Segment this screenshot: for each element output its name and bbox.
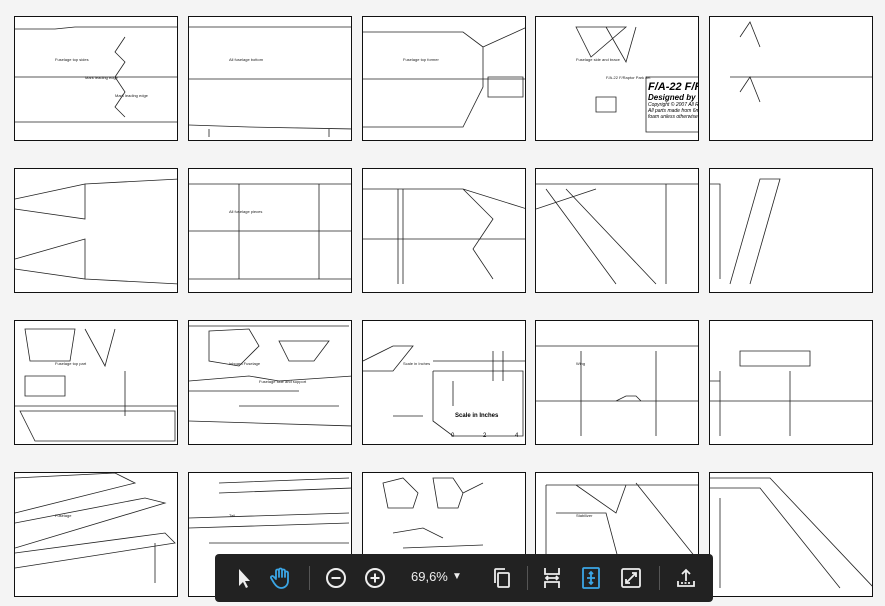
sheet-part-label: All fuselage bottom — [229, 57, 264, 62]
sheet-part-label: Stabilizer — [576, 513, 593, 518]
sheet-part-label: Wing — [576, 361, 586, 366]
minus-circle-icon — [326, 568, 346, 588]
caret-down-icon[interactable]: ▼ — [452, 571, 462, 582]
sheet-part-label: Fuselage top sides — [55, 57, 89, 62]
plan-sheet-page[interactable]: Inboard Fuselage Fuselage side and suppor… — [188, 320, 352, 445]
plan-sheet-page[interactable] — [362, 168, 526, 293]
upload-icon — [677, 568, 695, 587]
designer-text: Designed by Steve Shumate — [648, 93, 698, 102]
sheet-part-label: Inboard Fuselage — [229, 361, 261, 366]
sheet-line-art — [189, 183, 351, 280]
sheet-line-art — [710, 477, 872, 589]
sheet-line-art — [15, 473, 176, 583]
sheet-part-label: Fuselage top former — [403, 57, 439, 62]
plan-sheet-page[interactable]: All fuselage bottom — [188, 16, 352, 141]
plan-title: F/A-22 F/Raptor Park Jet — [648, 81, 698, 93]
sheet-part-label: Fuselage — [55, 513, 72, 518]
fit-page-button[interactable] — [577, 564, 605, 592]
hand-icon — [270, 567, 289, 589]
plan-sheet-page[interactable]: Wing — [535, 320, 699, 445]
sheet-line-art — [730, 21, 872, 103]
sheet-part-label: Scale in Inches — [403, 361, 431, 366]
sheet-line-art — [363, 27, 525, 128]
pages-icon — [494, 568, 510, 588]
sheet-part-label: Mark leading edge — [85, 75, 118, 80]
plan-sheet-page[interactable]: Fuselage — [14, 472, 178, 597]
plan-sheet-page[interactable] — [14, 168, 178, 293]
export-button[interactable] — [672, 564, 700, 592]
scale-tick-label: 2 — [483, 433, 487, 439]
arrow-pointer-icon — [239, 569, 250, 588]
viewer-toolbar: 69,6% ▼ — [215, 554, 713, 602]
sheet-line-art — [15, 178, 177, 285]
expand-icon — [621, 568, 641, 588]
sheet-part-label: Tail — [229, 513, 236, 518]
plan-sheet-page[interactable]: Fuselage top sides Mark leading edge Mark … — [14, 16, 178, 141]
select-tool-button[interactable] — [229, 564, 257, 592]
scale-tick-label: 0 — [451, 433, 455, 439]
plan-sheet-page[interactable]: Fuselage top part — [14, 320, 178, 445]
sheet-line-art — [363, 345, 525, 437]
sheet-part-label: Fuselage top part — [55, 361, 87, 366]
sheet-line-art — [189, 26, 351, 137]
sheet-line-art — [15, 328, 177, 442]
sheet-part-label: F/A-22 F/Raptor Park Jet — [606, 75, 651, 80]
sheet-line-art — [536, 345, 698, 436]
plan-sheet-page[interactable] — [709, 168, 873, 293]
sheet-part-label: All fuselage pieces — [229, 209, 263, 214]
zoom-level-value[interactable]: 69,6% — [411, 569, 448, 584]
page-mode-button[interactable] — [488, 564, 516, 592]
plus-circle-icon — [365, 568, 385, 588]
plan-sheet-page[interactable]: All fuselage pieces — [188, 168, 352, 293]
zoom-out-button[interactable] — [322, 564, 350, 592]
fit-width-icon — [544, 568, 560, 588]
scale-bar: Scale in Inches — [455, 413, 499, 419]
plan-sheet-page[interactable]: Scale in Inches Scale in Inches 0 2 4 — [362, 320, 526, 445]
sheet-line-art — [710, 178, 781, 285]
fit-width-button[interactable] — [538, 564, 566, 592]
plan-sheet-page[interactable] — [535, 168, 699, 293]
plan-sheet-page[interactable] — [709, 320, 873, 445]
sheet-line-art — [710, 350, 872, 436]
title-block: F/A-22 F/Raptor Park JetDesigned by Stev… — [648, 81, 698, 120]
plan-sheet-page[interactable] — [709, 16, 873, 141]
fullscreen-button[interactable] — [617, 564, 645, 592]
sheet-part-label: Mark leading edge — [115, 93, 148, 98]
fit-page-icon — [582, 567, 600, 589]
sheet-line-art — [363, 188, 525, 284]
material-note-2: foam unless otherwise specified — [648, 114, 698, 120]
sheet-part-label: Fuselage side and brace — [576, 57, 620, 62]
sheet-part-label: Fuselage side and support — [259, 379, 307, 384]
zoom-in-button[interactable] — [361, 564, 389, 592]
plan-sheet-page[interactable] — [709, 472, 873, 597]
plan-sheet-page[interactable]: Fuselage top former — [362, 16, 526, 141]
sheet-line-art — [536, 183, 698, 285]
hand-tool-button[interactable] — [267, 564, 295, 592]
scale-tick-label: 4 — [515, 433, 519, 439]
plan-sheet-page[interactable]: Fuselage side and brace F/A-22 F/Raptor P… — [535, 16, 699, 141]
